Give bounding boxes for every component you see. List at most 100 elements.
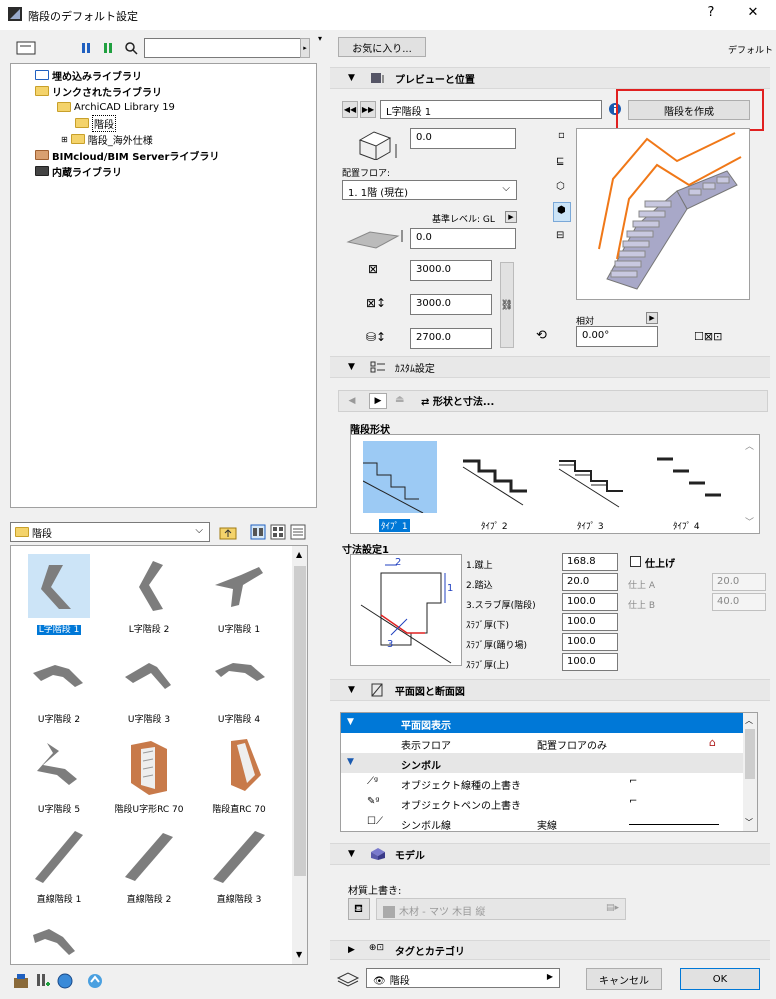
search-go-button[interactable]: ▸ — [300, 38, 310, 58]
link-proportions-button[interactable]: ⛓ — [500, 262, 514, 348]
tree-item-archicad-library[interactable]: ArchiCAD Library 19 — [57, 99, 175, 115]
plan-scrollbar[interactable]: ︿ ﹀ — [743, 713, 757, 831]
tree-item-stairs[interactable]: 階段 — [75, 114, 116, 132]
items-scrollbar[interactable]: ▲ ▼ — [292, 546, 307, 964]
section-model-header[interactable]: ▼ モデル — [330, 843, 770, 865]
layer-select[interactable]: 👁 階段 ▶ — [366, 968, 560, 988]
view-mode-icon[interactable] — [16, 41, 38, 55]
width-field[interactable]: 3000.0 — [410, 260, 492, 281]
scrollbar-thumb[interactable] — [294, 566, 306, 876]
collapse-arrow-icon[interactable]: ▾ — [318, 34, 322, 43]
override-checkbox[interactable]: ⌐ — [629, 776, 637, 787]
next-item-button[interactable]: ▶▶ — [360, 101, 376, 118]
tree-item-embedded[interactable]: 埋め込みライブラリ — [35, 67, 142, 83]
plan-row-header[interactable]: ▼ 平面図表示 — [341, 713, 743, 733]
type-4-thumb[interactable] — [651, 441, 725, 513]
library-filter-icon[interactable] — [80, 41, 94, 55]
section-plan-header[interactable]: ▼ 平面図と断面図 — [330, 679, 770, 701]
type-1-thumb[interactable] — [362, 441, 437, 514]
plan-row[interactable]: 表示フロア 配置フロアのみ ⌂ — [341, 733, 743, 753]
library-item[interactable]: 直線階段 2 — [104, 820, 194, 910]
tree-item-stairs-overseas[interactable]: ⊞ 階段_海外仕様 — [61, 131, 153, 147]
depth-field[interactable]: 3000.0 — [410, 294, 492, 315]
ok-button[interactable]: OK — [680, 968, 760, 990]
nav-back-button[interactable]: ◀ — [343, 393, 361, 409]
small-icons-view-icon[interactable] — [270, 524, 286, 540]
nav-forward-button[interactable]: ▶ — [369, 393, 387, 409]
floor-select[interactable]: 1. 1階 (現在) ⌵ — [342, 180, 517, 200]
folder-up-icon[interactable] — [218, 523, 238, 541]
tread-field[interactable]: 20.0 — [562, 573, 618, 591]
tree-item-builtin[interactable]: 内蔵ライブラリ — [35, 163, 122, 179]
section-preview-header[interactable]: ▼ プレビューと位置 — [330, 67, 770, 89]
scroll-up-icon[interactable]: ︿ — [745, 715, 753, 726]
object-name-field[interactable]: L字階段 1 — [380, 100, 602, 119]
elevation-view-icon[interactable]: ⊟ — [556, 230, 564, 241]
scroll-up-icon[interactable]: ▲ — [296, 550, 302, 559]
library-item[interactable]: U字階段 3 — [104, 640, 194, 730]
angle-field[interactable]: 0.00° — [576, 326, 658, 347]
folder-select[interactable]: 階段 ⌵ — [10, 522, 210, 542]
slab-lower-field[interactable]: 100.0 — [562, 613, 618, 631]
favorites-button[interactable]: お気に入り... — [338, 37, 426, 57]
relative-menu-button[interactable]: ▶ — [646, 312, 658, 324]
plan-view-icon[interactable]: ▫ — [558, 130, 565, 141]
tree-item-linked[interactable]: リンクされたライブラリ — [35, 83, 162, 99]
height-field[interactable]: 2700.0 — [410, 328, 492, 349]
prev-item-button[interactable]: ◀◀ — [342, 101, 358, 118]
library-item[interactable]: L字階段 1 — [14, 550, 104, 640]
axon-view-icon[interactable]: ⬡ — [556, 181, 565, 192]
search-input[interactable] — [144, 38, 308, 58]
slab-landing-field[interactable]: 100.0 — [562, 633, 618, 651]
gallery-scroll-up-icon[interactable]: ︿ — [745, 439, 754, 452]
scrollbar-thumb[interactable] — [745, 729, 755, 779]
mirror-toggle-icons[interactable]: ☐⊠⊡ — [694, 330, 722, 343]
plan-row[interactable]: ✎ᵍ オブジェクトペンの上書き ⌐ — [341, 793, 743, 813]
library-item[interactable]: 階段U字形RC 70 — [104, 730, 194, 820]
tree-item-bimcloud[interactable]: BIMcloud/BIM Serverライブラリ — [35, 147, 219, 163]
close-button[interactable]: ✕ — [738, 5, 768, 20]
elevation-field[interactable]: 0.0 — [410, 228, 516, 249]
bimcomponents-icon[interactable] — [86, 972, 104, 990]
material-paint-button[interactable]: ⛾ — [348, 898, 370, 920]
section-view-icon[interactable]: ⊑ — [556, 156, 564, 167]
library-item[interactable]: U字階段 1 — [194, 550, 284, 640]
section-tags-header[interactable]: ▶ ⊕⊡ タグとカテゴリ — [330, 940, 770, 960]
nav-page-button[interactable]: ⇄ 形状と寸法... — [421, 393, 494, 408]
list-view-icon[interactable] — [290, 524, 306, 540]
library-item[interactable]: U字階段 2 — [14, 640, 104, 730]
override-checkbox[interactable]: ⌐ — [629, 796, 637, 807]
add-object-icon[interactable] — [34, 972, 52, 990]
large-icons-view-icon[interactable] — [250, 524, 266, 540]
help-button[interactable]: ? — [696, 5, 726, 20]
finish-checkbox[interactable] — [630, 556, 641, 567]
nav-up-icon[interactable]: ⏏ — [395, 394, 411, 408]
library-manager-icon[interactable] — [12, 972, 30, 990]
globe-icon[interactable] — [56, 972, 74, 990]
expand-icon[interactable]: ⊞ — [61, 135, 68, 144]
plan-row[interactable]: ☐⟋ シンボル線 実線 — [341, 813, 743, 831]
section-custom-header[interactable]: ▼ ｶｽﾀﾑ設定 — [330, 356, 770, 378]
library-item[interactable] — [14, 910, 104, 964]
material-select[interactable]: 木材 - マツ 木目 縦 ▤▸ — [376, 898, 626, 920]
plan-row[interactable]: ⟋ᵍ オブジェクト線種の上書き ⌐ — [341, 773, 743, 793]
offset-field[interactable]: 0.0 — [410, 128, 516, 149]
cancel-button[interactable]: キャンセル — [586, 968, 662, 990]
scroll-down-icon[interactable]: ▼ — [296, 950, 302, 959]
library-item[interactable]: 階段直RC 70 — [194, 730, 284, 820]
library-item[interactable]: 直線階段 3 — [194, 820, 284, 910]
library-item[interactable]: U字階段 5 — [14, 730, 104, 820]
library-green-icon[interactable] — [102, 41, 116, 55]
gallery-scroll-down-icon[interactable]: ﹀ — [745, 515, 754, 528]
library-item[interactable]: 直線階段 1 — [14, 820, 104, 910]
library-item[interactable]: L字階段 2 — [104, 550, 194, 640]
slab-upper-field[interactable]: 100.0 — [562, 653, 618, 671]
plan-row-header[interactable]: ▼ シンボル — [341, 753, 743, 773]
riser-field[interactable]: 168.8 — [562, 553, 618, 571]
type-3-thumb[interactable] — [555, 441, 629, 513]
base-level-menu-button[interactable]: ▶ — [505, 211, 517, 223]
slab-stair-field[interactable]: 100.0 — [562, 593, 618, 611]
type-2-thumb[interactable] — [459, 441, 533, 513]
scroll-down-icon[interactable]: ﹀ — [745, 817, 753, 828]
3d-view-button[interactable]: ⬢ — [553, 202, 571, 222]
